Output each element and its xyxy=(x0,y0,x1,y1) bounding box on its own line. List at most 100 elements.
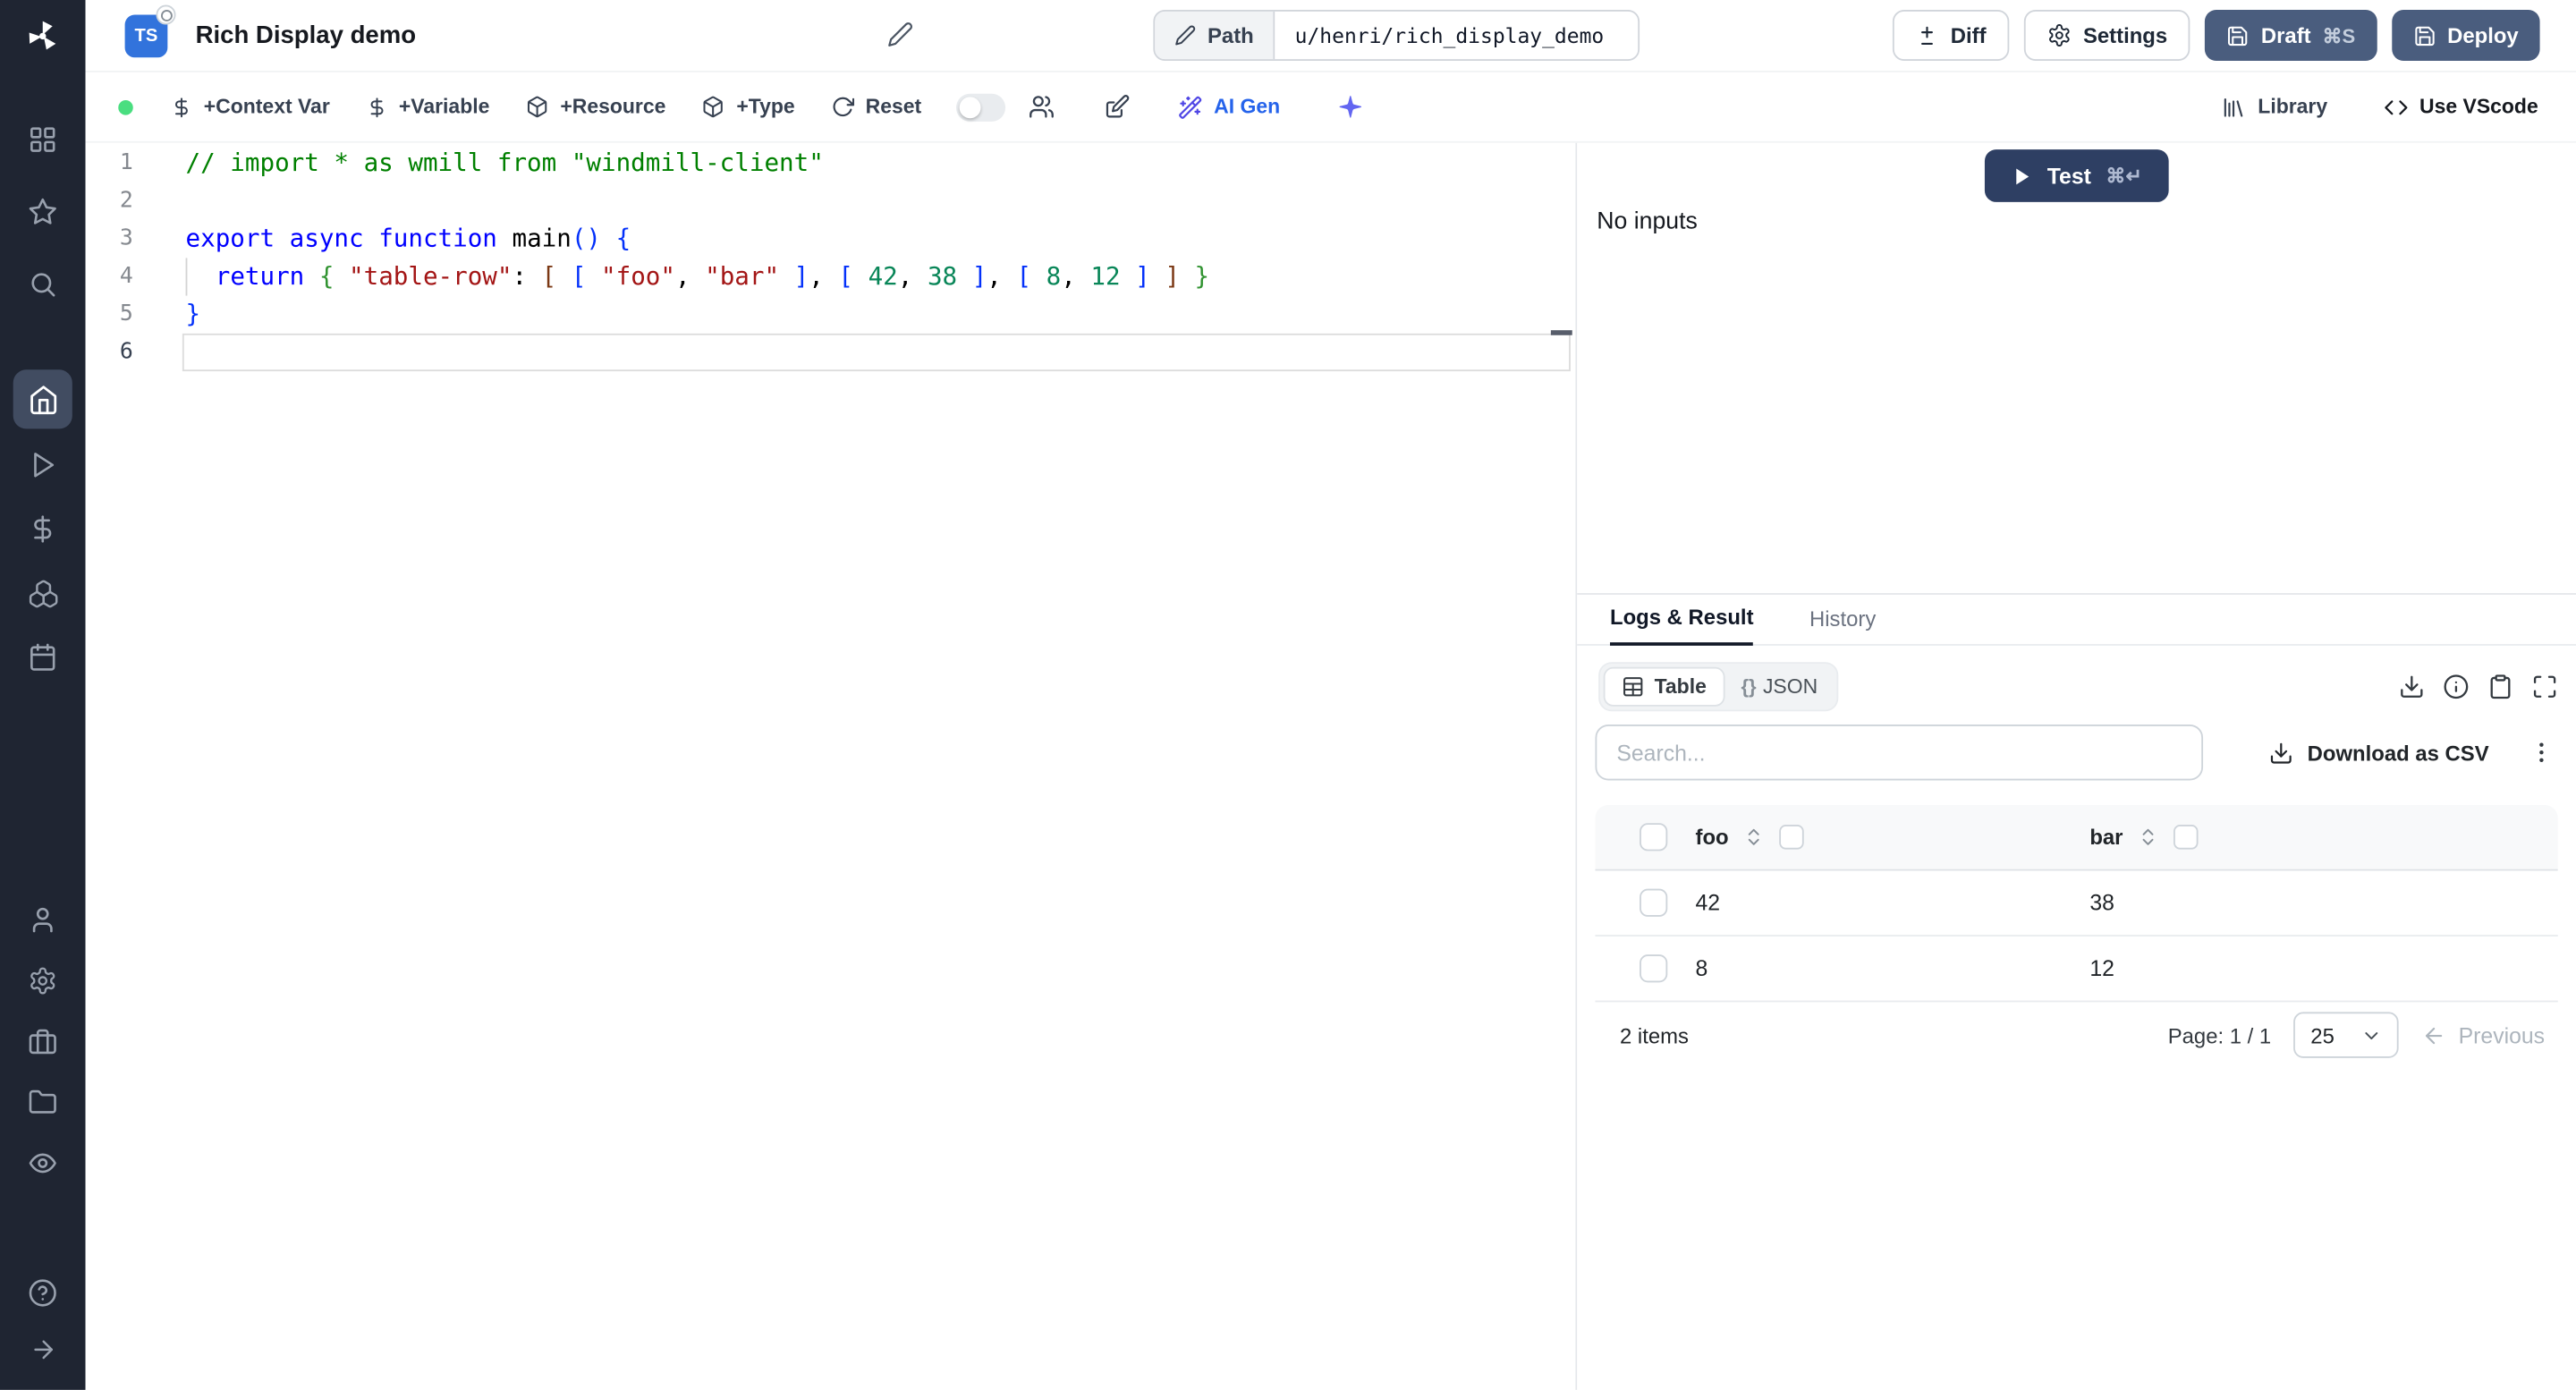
view-table-segment[interactable]: Table xyxy=(1603,666,1725,707)
code-lines: // import * as wmill from "windmill-clie… xyxy=(185,148,1210,329)
overview-ruler-cursor-mark xyxy=(1550,330,1572,335)
sparkles-icon[interactable] xyxy=(1327,84,1373,130)
save-icon xyxy=(2228,25,2248,46)
users-icon[interactable] xyxy=(0,905,86,935)
settings-gear-icon[interactable] xyxy=(0,966,86,996)
status-green-dot xyxy=(118,99,133,114)
expand-arrow-icon[interactable] xyxy=(0,1335,86,1363)
column-header-bar[interactable]: bar xyxy=(2089,825,2123,850)
tab-history[interactable]: History xyxy=(1809,606,1876,644)
rotate-icon xyxy=(833,97,854,117)
cell-foo: 42 xyxy=(1695,890,1721,916)
sidebar xyxy=(0,0,86,1390)
draft-shortcut: ⌘S xyxy=(2322,23,2356,47)
home-icon[interactable] xyxy=(13,369,72,429)
collaborators-icon[interactable] xyxy=(1019,84,1064,130)
row-checkbox[interactable] xyxy=(1640,954,1668,983)
result-actions xyxy=(2399,674,2558,699)
column-bar-filter-checkbox[interactable] xyxy=(2174,825,2199,850)
braces-icon: {} xyxy=(1741,674,1757,699)
dollar-icon xyxy=(370,97,384,117)
workers-briefcase-icon[interactable] xyxy=(0,1027,86,1056)
path-edit-button[interactable]: Path xyxy=(1155,11,1275,60)
schedules-calendar-icon[interactable] xyxy=(0,642,86,672)
sort-icon[interactable] xyxy=(1743,826,1765,848)
view-json-segment[interactable]: {} JSON xyxy=(1724,675,1834,699)
add-context-var-button[interactable]: +Context Var xyxy=(156,86,344,129)
table-header: foo bar xyxy=(1595,804,2558,871)
cell-bar: 12 xyxy=(2089,955,2114,981)
windmill-logo[interactable] xyxy=(0,18,86,54)
format-brush-icon[interactable] xyxy=(1094,84,1140,130)
page-size-select[interactable]: 25 xyxy=(2293,1012,2400,1058)
diff-mode-toggle[interactable] xyxy=(955,92,1005,121)
table-row: 8 12 xyxy=(1595,937,2558,1003)
download-icon[interactable] xyxy=(2399,674,2425,699)
audit-eye-icon[interactable] xyxy=(0,1148,86,1178)
library-icon xyxy=(2224,97,2243,116)
edit-summary-pencil-icon[interactable] xyxy=(887,21,913,47)
add-variable-button[interactable]: +Variable xyxy=(352,86,504,129)
column-header-foo[interactable]: foo xyxy=(1696,825,1729,850)
library-button[interactable]: Library xyxy=(2207,85,2342,130)
add-type-button[interactable]: +Type xyxy=(687,86,809,129)
code-editor[interactable]: 123456 // import * as wmill from "windmi… xyxy=(85,142,1578,1390)
clipboard-copy-icon[interactable] xyxy=(2487,674,2513,699)
gear-icon xyxy=(2049,24,2070,47)
runs-play-icon[interactable] xyxy=(0,450,86,479)
path-label: Path xyxy=(1207,22,1254,48)
select-all-checkbox[interactable] xyxy=(1640,823,1668,852)
expand-icon[interactable] xyxy=(2531,674,2557,699)
sort-icon[interactable] xyxy=(2138,826,2159,848)
ts-badge-indicator xyxy=(156,4,176,25)
play-icon xyxy=(2016,167,2029,184)
tab-logs-result[interactable]: Logs & Result xyxy=(1609,605,1754,646)
table-icon xyxy=(1623,677,1643,697)
kebab-menu-icon[interactable] xyxy=(2529,740,2555,766)
draft-button[interactable]: Draft ⌘S xyxy=(2205,10,2377,61)
no-inputs-label: No inputs xyxy=(1597,208,1698,235)
package-icon xyxy=(527,96,547,118)
deploy-save-icon xyxy=(2414,25,2435,46)
typescript-badge: TS xyxy=(124,4,176,58)
table-controls: Download as CSV xyxy=(1595,724,2557,781)
variables-dollar-icon[interactable] xyxy=(0,514,86,544)
view-toggle: Table {} JSON xyxy=(1598,662,1840,712)
path-value[interactable]: u/henri/rich_display_demo xyxy=(1275,11,1639,60)
add-resource-button[interactable]: +Resource xyxy=(511,86,681,129)
search-icon[interactable] xyxy=(0,269,86,299)
use-vscode-button[interactable]: Use VScode xyxy=(2368,85,2553,130)
help-icon[interactable] xyxy=(0,1278,86,1308)
top-header: TS Rich Display demo Path u/henri/rich_d… xyxy=(85,0,2576,72)
items-count: 2 items xyxy=(1620,1022,1689,1047)
diff-icon xyxy=(1921,25,1934,45)
settings-button[interactable]: Settings xyxy=(2023,10,2190,61)
ai-gen-button[interactable]: AI Gen xyxy=(1163,85,1294,130)
result-tabbar: Logs & Result History xyxy=(1577,595,2576,646)
diff-button[interactable]: Diff xyxy=(1893,10,2010,61)
pencil-icon xyxy=(1175,25,1196,46)
row-checkbox[interactable] xyxy=(1640,888,1668,917)
table-footer: 2 items Page: 1 / 1 25 Previous xyxy=(1595,1002,2557,1067)
resources-boxes-icon[interactable] xyxy=(0,579,86,610)
chevron-down-icon xyxy=(2366,1031,2379,1039)
download-csv-button[interactable]: Download as CSV xyxy=(2269,740,2489,765)
folders-icon[interactable] xyxy=(0,1088,86,1117)
content-row: 123456 // import * as wmill from "windmi… xyxy=(85,142,2576,1390)
info-icon[interactable] xyxy=(2443,674,2469,699)
main-area: TS Rich Display demo Path u/henri/rich_d… xyxy=(85,0,2576,1390)
run-panel: Test ⌘↵ No inputs Logs & Result History … xyxy=(1577,142,2576,1390)
test-button[interactable]: Test ⌘↵ xyxy=(1984,149,2169,202)
page-title: Rich Display demo xyxy=(195,21,417,50)
vscode-icon xyxy=(2384,99,2407,114)
search-input[interactable] xyxy=(1595,724,2204,781)
page-indicator: Page: 1 / 1 xyxy=(2167,1022,2272,1047)
previous-page-button[interactable]: Previous xyxy=(2422,1022,2545,1047)
favorites-star-icon[interactable] xyxy=(0,197,86,226)
apps-grid-icon[interactable] xyxy=(0,125,86,155)
column-foo-filter-checkbox[interactable] xyxy=(1779,825,1805,850)
reset-button[interactable]: Reset xyxy=(817,86,936,129)
header-actions: Diff Settings Draft ⌘S Deploy xyxy=(1893,10,2540,61)
csv-group: Download as CSV xyxy=(2269,740,2555,766)
deploy-button[interactable]: Deploy xyxy=(2391,10,2540,61)
